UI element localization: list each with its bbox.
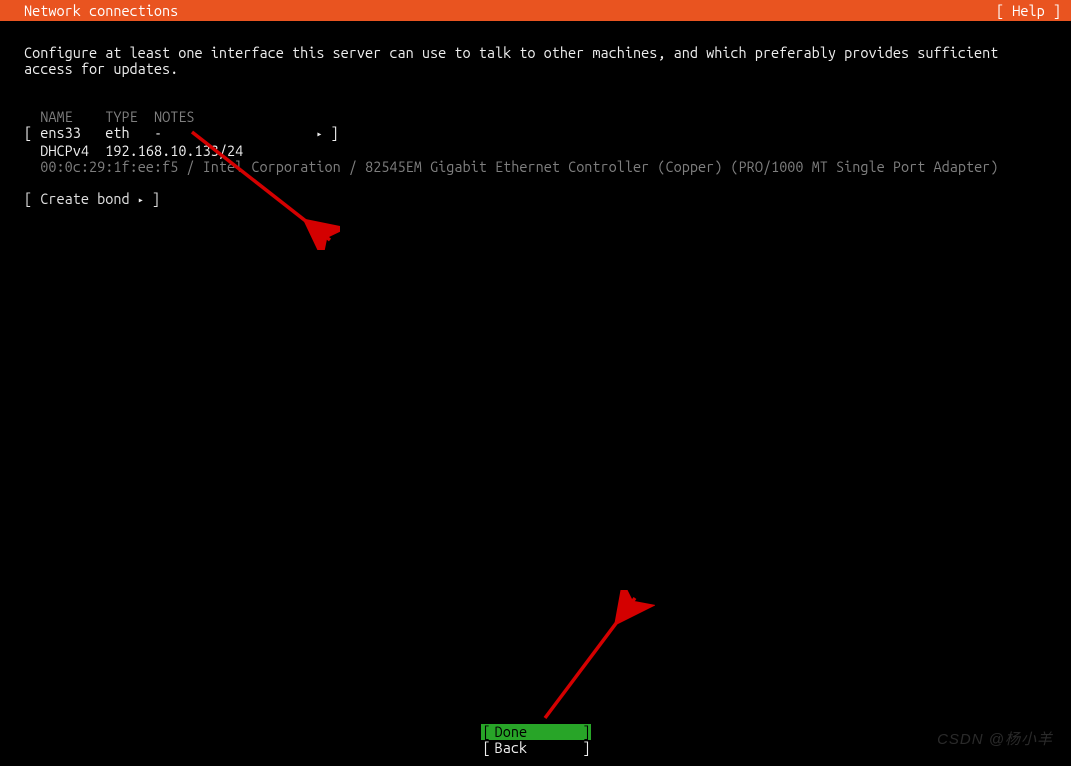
create-bond-row[interactable]: [ Create bond ▸ ] [0, 191, 1071, 209]
iface-address: 192.168.10.133/24 [105, 142, 243, 159]
chevron-right-icon: ▸ [316, 128, 322, 139]
titlebar: Network connections [ Help ] [0, 0, 1071, 21]
interface-row[interactable]: [ ens33 eth - ▸ ] [24, 124, 339, 141]
iface-name: ens33 [40, 124, 81, 141]
help-button[interactable]: [ Help ] [996, 3, 1061, 19]
iface-notes: - [154, 124, 162, 141]
mac-row: 00:0c:29:1f:ee:f5 / Intel Corporation / … [24, 158, 998, 175]
iface-type: eth [105, 124, 129, 141]
interface-table: NAME TYPE NOTES [ ens33 eth - ▸ ] DHCPv4… [0, 93, 1071, 175]
iface-mac: 00:0c:29:1f:ee:f5 [40, 158, 178, 175]
dhcp-label: DHCPv4 [40, 142, 89, 159]
iface-hardware: Intel Corporation / 82545EM Gigabit Ethe… [203, 158, 999, 175]
footer-buttons: [Done] [Back] [0, 724, 1071, 756]
create-bond-label: Create bond [40, 190, 129, 207]
window-title: Network connections [24, 3, 178, 19]
annotation-arrow-bottom [535, 590, 655, 730]
instruction-text: Configure at least one interface this se… [0, 43, 1071, 79]
dhcp-row: DHCPv4 192.168.10.133/24 [24, 142, 243, 159]
done-button[interactable]: [Done] [481, 724, 591, 740]
table-header: NAME TYPE NOTES [24, 108, 195, 125]
back-button[interactable]: [Back] [481, 740, 591, 756]
chevron-right-icon: ▸ [138, 194, 144, 205]
